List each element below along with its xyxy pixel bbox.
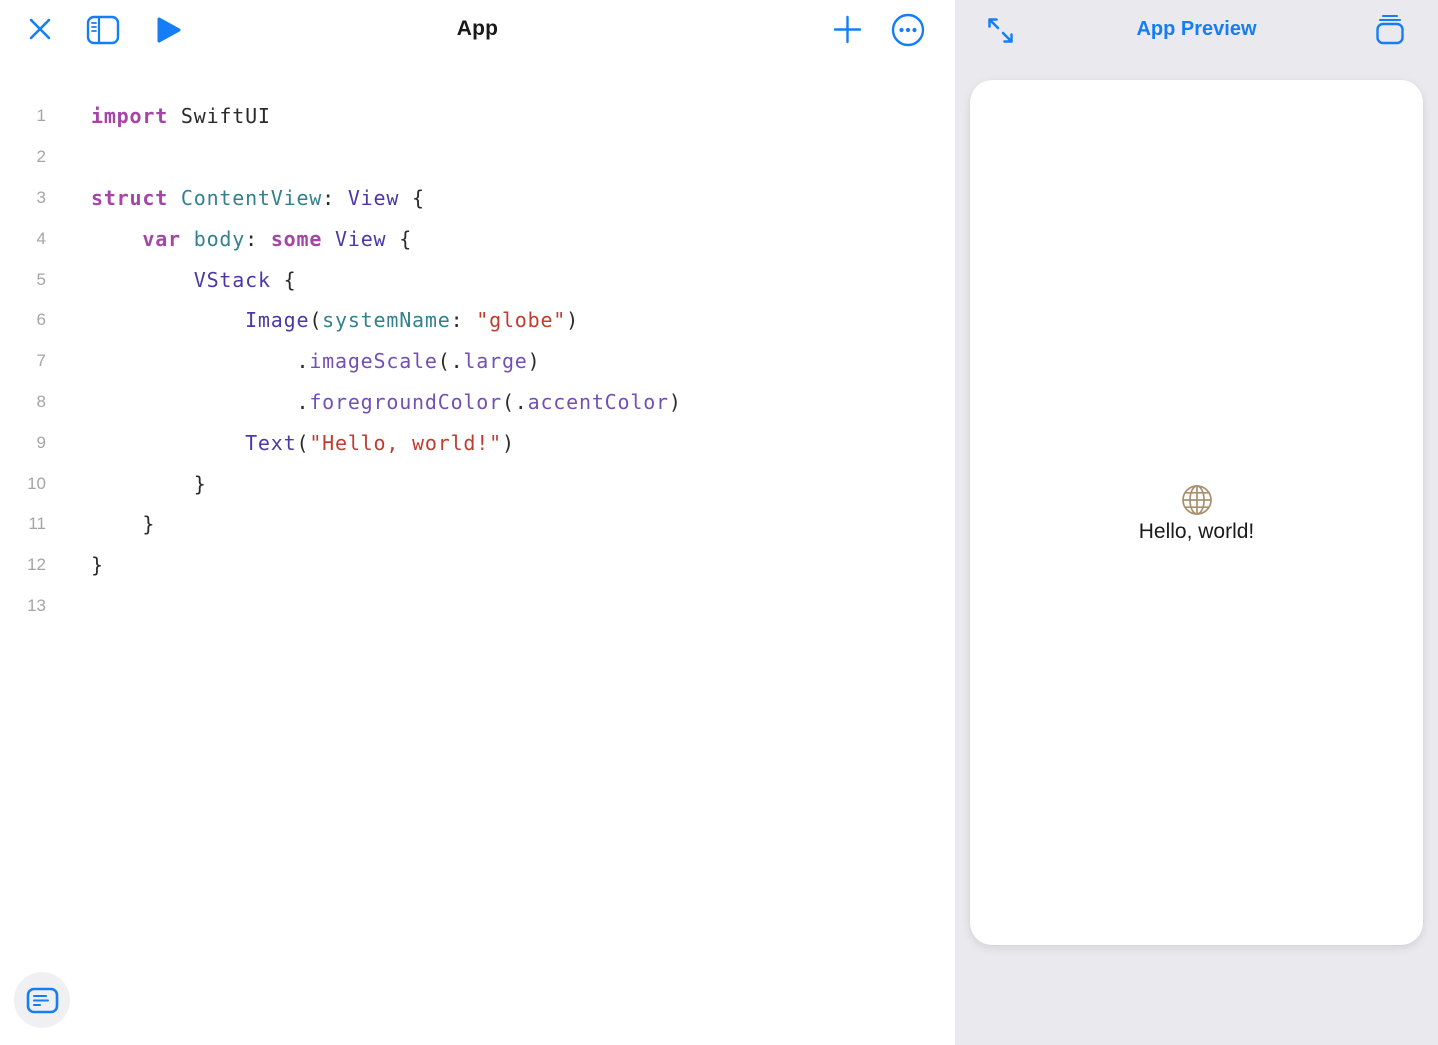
code-line[interactable]: 11 }: [0, 504, 955, 545]
code-line[interactable]: 8 .foregroundColor(.accentColor): [0, 382, 955, 423]
code-text: }: [91, 472, 207, 496]
swift-playgrounds-window: App 1import Swi: [0, 0, 1438, 1045]
app-preview-screen: Hello, world!: [970, 80, 1423, 945]
code-line[interactable]: 9 Text("Hello, world!"): [0, 422, 955, 463]
add-button[interactable]: [831, 13, 864, 46]
preview-pane: App Preview: [955, 0, 1438, 1045]
code-text: }: [91, 553, 104, 577]
preview-content: Hello, world!: [970, 483, 1423, 544]
code-line[interactable]: 10 }: [0, 463, 955, 504]
code-text: struct ContentView: View {: [91, 186, 425, 210]
preview-title: App Preview: [955, 18, 1438, 41]
code-editor[interactable]: 1 import SwiftUI 2 3 struct ContentView: Vie…: [0, 96, 955, 626]
line-number: 13: [0, 596, 46, 616]
code-line[interactable]: 12}: [0, 545, 955, 586]
line-number: 5: [0, 270, 46, 290]
line-number: 10: [0, 474, 46, 494]
editor-toolbar: App: [0, 0, 955, 60]
line-number: 2: [0, 147, 46, 167]
code-text: VStack {: [91, 268, 296, 292]
line-number: 8: [0, 392, 46, 412]
globe-icon: [1180, 483, 1214, 517]
line-number: 11: [0, 514, 46, 534]
editor-pane: App 1import Swi: [0, 0, 955, 1045]
page-title: App: [0, 17, 955, 41]
more-options-icon: [890, 12, 926, 48]
code-line[interactable]: 2: [0, 137, 955, 178]
code-text: Image(systemName: "globe"): [91, 308, 579, 332]
line-number: 1: [0, 106, 46, 126]
line-number: 6: [0, 310, 46, 330]
line-number: 7: [0, 351, 46, 371]
hello-world-text: Hello, world!: [1139, 520, 1255, 544]
code-line[interactable]: 4 var body: some View {: [0, 218, 955, 259]
add-icon: [831, 13, 864, 46]
code-line[interactable]: 6 Image(systemName: "globe"): [0, 300, 955, 341]
guide-notes-icon: [26, 987, 59, 1014]
line-number: 4: [0, 229, 46, 249]
app-windows-icon: [1373, 13, 1407, 46]
line-number: 3: [0, 188, 46, 208]
code-line[interactable]: 1 import SwiftUI: [0, 96, 955, 137]
line-number: 9: [0, 433, 46, 453]
preview-toolbar: App Preview: [955, 0, 1438, 60]
code-line[interactable]: 3 struct ContentView: View {: [0, 178, 955, 219]
code-text: var body: some View {: [91, 227, 412, 251]
preview-destination-button[interactable]: [1373, 13, 1407, 46]
code-text: import SwiftUI: [91, 104, 271, 128]
code-line[interactable]: 5 VStack {: [0, 259, 955, 300]
code-line[interactable]: 13: [0, 586, 955, 627]
code-text: .foregroundColor(.accentColor): [91, 390, 682, 414]
code-line[interactable]: 7 .imageScale(.large): [0, 341, 955, 382]
guide-button[interactable]: [14, 972, 70, 1028]
code-text: }: [91, 512, 155, 536]
code-text: Text("Hello, world!"): [91, 431, 515, 455]
line-number: 12: [0, 555, 46, 575]
more-options-button[interactable]: [890, 12, 926, 48]
code-text: .imageScale(.large): [91, 349, 540, 373]
